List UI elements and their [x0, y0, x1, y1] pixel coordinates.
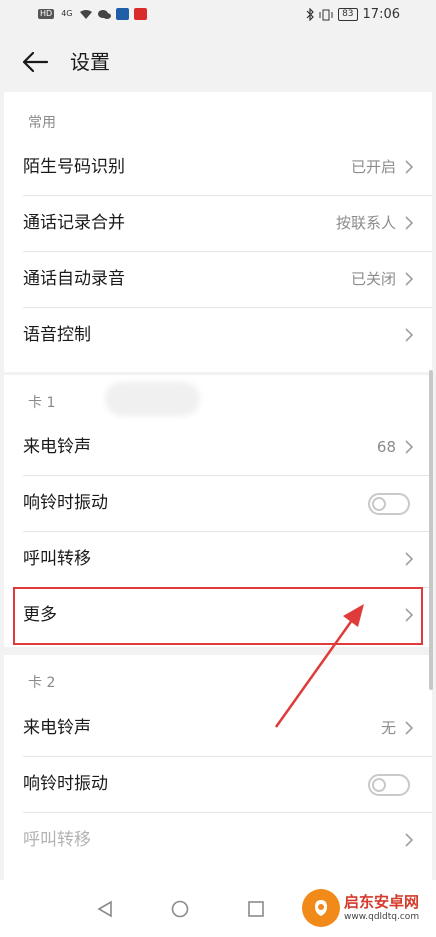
clock: 17:06 [362, 7, 400, 22]
watermark-text: 启东安卓网 www.qdldtq.com [344, 893, 419, 923]
toggle-knob [372, 497, 386, 511]
scrollbar[interactable] [429, 370, 433, 690]
row-value: 按联系人 [335, 214, 396, 232]
row-value: 68 [376, 438, 396, 456]
row-label: 响铃时振动 [23, 774, 108, 794]
row-sim1-vibrate: 响铃时振动 [4, 476, 432, 531]
row-sim2-ringtone[interactable]: 来电铃声 无 [4, 701, 432, 756]
row-sim2-call-forwarding[interactable]: 呼叫转移 [4, 813, 432, 868]
app-notify-icon [116, 8, 130, 20]
chevron-right-icon [405, 160, 414, 174]
nav-recents-icon[interactable] [247, 900, 265, 918]
row-sim1-ringtone[interactable]: 来电铃声 68 [4, 420, 432, 475]
row-value: 已开启 [350, 158, 396, 176]
hd-badge: HD [38, 9, 55, 19]
chevron-right-icon [405, 272, 414, 286]
status-left-icons: HD 4G [38, 8, 148, 20]
sim2-settings-card: 卡 2 来电铃声 无 响铃时振动 呼叫转移 [4, 655, 432, 880]
section-header-common: 常用 [28, 115, 56, 131]
back-arrow-icon[interactable] [20, 49, 50, 75]
vibrate-toggle[interactable] [368, 493, 410, 515]
row-label: 语音控制 [23, 325, 91, 345]
site-watermark: 启东安卓网 www.qdldtq.com [302, 884, 432, 932]
page-title: 设置 [70, 50, 110, 74]
chevron-right-icon [405, 328, 414, 342]
row-label: 来电铃声 [23, 437, 91, 457]
row-label: 呼叫转移 [23, 549, 91, 569]
watermark-url: www.qdldtq.com [344, 912, 420, 922]
network-badge: 4G [61, 9, 73, 18]
chevron-right-icon [405, 552, 414, 566]
vibrate-icon [319, 9, 333, 20]
app-bar: 设置 [0, 32, 436, 92]
chevron-right-icon [405, 721, 414, 735]
row-label: 陌生号码识别 [23, 157, 125, 177]
row-label: 响铃时振动 [23, 493, 108, 513]
redacted-number-blur [105, 382, 200, 416]
battery-indicator: 83 [338, 8, 358, 21]
common-settings-card: 常用 陌生号码识别 已开启 通话记录合并 按联系人 通话自动录音 已关闭 语音控… [4, 92, 432, 372]
news-notify-icon [134, 8, 148, 20]
row-label: 通话自动录音 [23, 269, 125, 289]
section-header-sim1: 卡 1 [28, 395, 56, 411]
wifi-icon [80, 9, 93, 19]
status-bar: HD 4G 83 17:06 [0, 0, 436, 32]
row-value: 无 [380, 719, 396, 737]
row-stranger-number-id[interactable]: 陌生号码识别 已开启 [4, 140, 432, 195]
section-header-sim2: 卡 2 [28, 675, 56, 691]
row-label: 呼叫转移 [23, 830, 91, 850]
row-sim2-vibrate: 响铃时振动 [4, 757, 432, 812]
row-value: 已关闭 [350, 270, 396, 288]
status-right-icons: 83 17:06 [306, 7, 400, 22]
row-auto-record[interactable]: 通话自动录音 已关闭 [4, 252, 432, 307]
bluetooth-icon [306, 8, 314, 21]
vibrate-toggle[interactable] [368, 774, 410, 796]
row-label: 通话记录合并 [23, 213, 125, 233]
chevron-right-icon [405, 440, 414, 454]
row-label: 来电铃声 [23, 718, 91, 738]
nav-back-icon[interactable] [96, 900, 114, 918]
toggle-knob [372, 778, 386, 792]
watermark-title: 启东安卓网 [344, 893, 420, 911]
highlight-box [13, 587, 423, 645]
row-voice-control[interactable]: 语音控制 [4, 308, 432, 363]
watermark-logo-icon [302, 889, 340, 927]
row-sim1-call-forwarding[interactable]: 呼叫转移 [4, 532, 432, 587]
chevron-right-icon [405, 216, 414, 230]
nav-home-icon[interactable] [171, 900, 189, 918]
chat-icon [98, 9, 112, 19]
chevron-right-icon [405, 833, 414, 847]
row-call-log-merge[interactable]: 通话记录合并 按联系人 [4, 196, 432, 251]
